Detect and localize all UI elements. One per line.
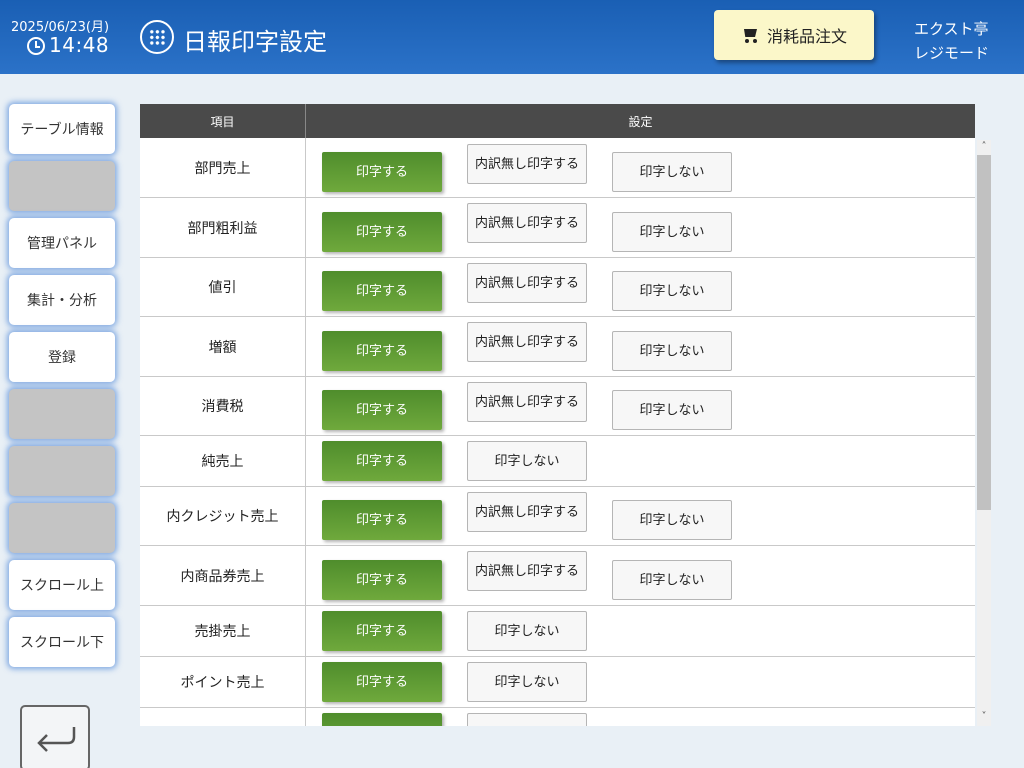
scroll-down-button[interactable]: スクロール下: [9, 617, 115, 667]
order-supplies-label: 消耗品注文: [766, 27, 847, 46]
store-info: エクスト亭 レジモード: [914, 17, 989, 65]
no-print-button[interactable]: 印字しない: [612, 390, 732, 430]
row-label: 消費税: [140, 377, 306, 435]
print-no-detail-button[interactable]: 内訳無し印字する: [467, 263, 587, 303]
print-button[interactable]: 印字する: [322, 152, 442, 192]
cart-icon: [741, 27, 759, 43]
sidebar-item-table-info[interactable]: テーブル情報: [9, 104, 115, 154]
print-no-detail-button[interactable]: 内訳無し印字する: [467, 382, 587, 422]
no-print-button[interactable]: 印字しない: [612, 152, 732, 192]
row-label: 内クレジット売上: [140, 487, 306, 545]
sidebar-item-admin-panel[interactable]: 管理パネル: [9, 218, 115, 268]
table-row: 部門売上 印字する 内訳無し印字する 印字しない: [140, 138, 975, 198]
row-label: 純売上: [140, 436, 306, 486]
print-no-detail-button[interactable]: 内訳無し印字する: [467, 203, 587, 243]
no-print-button[interactable]: 印字しない: [612, 560, 732, 600]
table-row: 内クレジット売上 印字する 内訳無し印字する 印字しない: [140, 487, 975, 546]
print-no-detail-button[interactable]: 内訳無し印字する: [467, 551, 587, 591]
table-header: 項目 設定: [140, 104, 975, 138]
row-label: 売掛売上: [140, 606, 306, 656]
table-row: 純売上 印字する 印字しない: [140, 436, 975, 487]
table-row: 値引 印字する 内訳無し印字する 印字しない: [140, 258, 975, 317]
print-button[interactable]: 印字する: [322, 560, 442, 600]
print-no-detail-button[interactable]: 内訳無し印字する: [467, 322, 587, 362]
row-label: 増額: [140, 317, 306, 376]
print-button[interactable]: 印字する: [322, 212, 442, 252]
table-row: 売掛売上 印字する 印字しない: [140, 606, 975, 657]
menu-grid-icon[interactable]: [140, 20, 174, 54]
no-print-button[interactable]: 印字しない: [467, 611, 587, 651]
table-row: 消費税 印字する 内訳無し印字する 印字しない: [140, 377, 975, 436]
print-button[interactable]: 印字する: [322, 611, 442, 651]
table-row: 部門粗利益 印字する 内訳無し印字する 印字しない: [140, 198, 975, 258]
scroll-up-arrow-icon[interactable]: ˄: [979, 142, 989, 152]
sidebar-item-empty-3[interactable]: [9, 446, 115, 496]
header-bar: 2025/06/23(月) 14:48 日報印字設定 消耗品注文 エクスト亭 レ…: [0, 0, 1024, 74]
return-arrow-icon: [37, 727, 76, 752]
store-name: エクスト亭: [914, 20, 989, 38]
no-print-button[interactable]: 印字しない: [612, 331, 732, 371]
print-button[interactable]: 印字する: [322, 390, 442, 430]
time-display: 14:48: [49, 33, 110, 57]
row-label: 部門粗利益: [140, 198, 306, 257]
row-label: 値引: [140, 258, 306, 316]
print-no-detail-button[interactable]: 内訳無し印字する: [467, 492, 587, 532]
sidebar-item-register[interactable]: 登録: [9, 332, 115, 382]
page-title: 日報印字設定: [183, 28, 327, 56]
print-no-detail-button[interactable]: 内訳無し印字する: [467, 144, 587, 184]
table-row: 増額 印字する 内訳無し印字する 印字しない: [140, 317, 975, 377]
sidebar-item-empty-2[interactable]: [9, 389, 115, 439]
table-row: [140, 708, 975, 726]
row-label: [140, 708, 306, 726]
header-item: 項目: [140, 104, 306, 138]
print-button[interactable]: 印字する: [322, 331, 442, 371]
settings-table: 項目 設定 部門売上 印字する 内訳無し印字する 印字しない 部門粗利益 印字す…: [140, 104, 975, 726]
print-button[interactable]: 印字する: [322, 500, 442, 540]
row-label: 部門売上: [140, 138, 306, 197]
no-print-button[interactable]: 印字しない: [612, 500, 732, 540]
scrollbar-thumb[interactable]: [977, 155, 991, 510]
print-button[interactable]: [322, 713, 442, 726]
scroll-up-button[interactable]: スクロール上: [9, 560, 115, 610]
order-supplies-button[interactable]: 消耗品注文: [714, 10, 874, 60]
no-print-button[interactable]: 印字しない: [467, 441, 587, 481]
mode-label: レジモード: [914, 44, 990, 62]
print-button[interactable]: 印字する: [322, 441, 442, 481]
table-row: 内商品券売上 印字する 内訳無し印字する 印字しない: [140, 546, 975, 606]
row-label: 内商品券売上: [140, 546, 306, 605]
table-row: ポイント売上 印字する 印字しない: [140, 657, 975, 708]
no-print-button[interactable]: 印字しない: [467, 662, 587, 702]
back-button[interactable]: [20, 705, 90, 768]
print-button[interactable]: 印字する: [322, 271, 442, 311]
scroll-down-arrow-icon[interactable]: ˅: [979, 712, 989, 722]
no-print-button[interactable]: [467, 713, 587, 726]
header-setting: 設定: [628, 114, 653, 129]
row-label: ポイント売上: [140, 657, 306, 707]
sidebar-item-empty-4[interactable]: [9, 503, 115, 553]
no-print-button[interactable]: 印字しない: [612, 212, 732, 252]
sidebar-item-analytics[interactable]: 集計・分析: [9, 275, 115, 325]
sidebar-item-empty-1[interactable]: [9, 161, 115, 211]
no-print-button[interactable]: 印字しない: [612, 271, 732, 311]
print-button[interactable]: 印字する: [322, 662, 442, 702]
clock-icon: [27, 37, 45, 55]
